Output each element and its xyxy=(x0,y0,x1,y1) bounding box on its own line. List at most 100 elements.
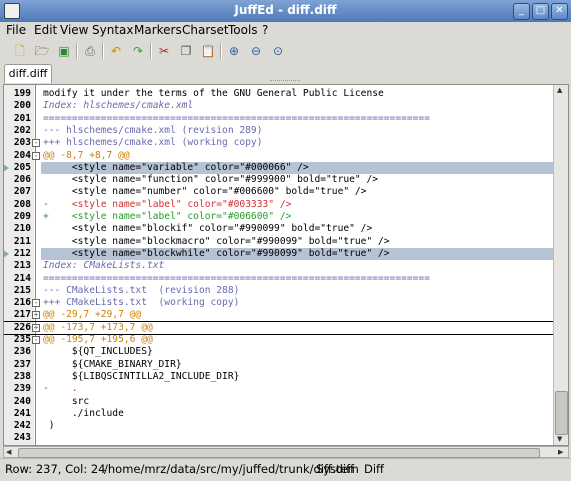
menu-bar: File Edit View Syntax Markers Charset To… xyxy=(0,22,571,40)
zoom-reset-icon[interactable]: ⊙ xyxy=(270,43,286,59)
close-icon[interactable]: ✕ xyxy=(551,3,568,20)
line-text: --- CMakeLists.txt (revision 288) xyxy=(43,284,240,296)
editor-line[interactable]: 211 <style name="blockmacro" color="#990… xyxy=(4,236,554,248)
line-number: 201 xyxy=(13,112,31,124)
editor-line[interactable]: 217 + @@ -29,7 +29,7 @@ xyxy=(4,309,554,321)
line-number: 211 xyxy=(13,235,31,247)
fold-collapse-icon[interactable]: - xyxy=(32,139,40,148)
editor-line[interactable]: 235- @@ -195,7 +195,6 @@ xyxy=(4,334,554,346)
line-text: @@ -8,7 +8,7 @@ xyxy=(43,149,130,161)
editor-line[interactable]: 207 <style name="number" color="#006600"… xyxy=(4,186,554,198)
title-bar[interactable]: JuffEd - diff.diff _ □ ✕ xyxy=(0,0,571,22)
editor-line[interactable]: 201 =====================================… xyxy=(4,113,554,125)
line-text: <style name="blockmacro" color="#990099"… xyxy=(43,235,390,247)
fold-collapse-icon[interactable]: - xyxy=(32,299,40,308)
line-text: - <style name="label" color="#003333" /> xyxy=(43,198,292,210)
menu-edit[interactable]: Edit xyxy=(34,23,57,37)
line-text: <style name="function" color="#999900" b… xyxy=(43,174,379,186)
zoom-in-icon[interactable]: ⊕ xyxy=(226,43,242,59)
fold-expand-icon[interactable]: + xyxy=(32,323,40,332)
line-text: ${QT_INCLUDES} xyxy=(43,346,153,358)
editor-line[interactable]: 202 --- hlschemes/cmake.xml (revision 289… xyxy=(4,125,554,137)
paste-icon[interactable]: 📋 xyxy=(200,43,216,59)
line-text: <style name="blockwhile" color="#990099"… xyxy=(41,247,554,261)
fold-collapse-icon[interactable]: - xyxy=(32,336,40,344)
toolbar-separator xyxy=(102,43,104,59)
editor-line[interactable]: 210 <style name="blockif" color="#990099… xyxy=(4,223,554,235)
copy-icon[interactable]: ❐ xyxy=(178,43,194,59)
editor-line[interactable]: 239 - . xyxy=(4,383,554,395)
menu-syntax[interactable]: Syntax xyxy=(92,23,133,37)
editor-line[interactable]: 208 - <style name="label" color="#003333"… xyxy=(4,199,554,211)
menu-tools[interactable]: Tools xyxy=(228,23,258,37)
minimize-icon[interactable]: _ xyxy=(513,3,530,20)
toolbar: 🗋 🗁 ▣ ⎙ ↶ ↷ ✂ ❐ 📋 ⊕ ⊖ ⊙ xyxy=(0,40,571,62)
editor-line[interactable]: 242 ) xyxy=(4,420,554,432)
editor-line[interactable]: 243 xyxy=(4,432,554,444)
editor[interactable]: 199 modify it under the terms of the GNU … xyxy=(3,84,569,446)
editor-line[interactable]: 213 Index: CMakeLists.txt xyxy=(4,260,554,272)
line-number: 203 xyxy=(13,137,31,149)
editor-line[interactable]: 215 --- CMakeLists.txt (revision 288) xyxy=(4,285,554,297)
scroll-down-icon[interactable]: ▼ xyxy=(557,435,562,443)
editor-line[interactable]: 205 <style name="variable" color="#00006… xyxy=(4,161,554,175)
menu-markers[interactable]: Markers xyxy=(134,23,182,37)
line-text: --- hlschemes/cmake.xml (revision 289) xyxy=(43,124,263,136)
fold-expand-icon[interactable]: + xyxy=(32,311,40,320)
zoom-out-icon[interactable]: ⊖ xyxy=(248,43,264,59)
line-text: ========================================… xyxy=(43,112,430,124)
scroll-right-icon[interactable]: ▶ xyxy=(558,448,563,456)
line-text: <style name="number" color="#006600" bol… xyxy=(43,186,367,198)
line-number: 217 xyxy=(13,309,31,321)
line-text: <style name="blockif" color="#990099" bo… xyxy=(43,223,373,235)
window-title: JuffEd - diff.diff xyxy=(234,3,337,17)
maximize-icon[interactable]: □ xyxy=(532,3,549,20)
line-number: 237 xyxy=(13,358,31,370)
scroll-left-icon[interactable]: ◀ xyxy=(6,448,11,456)
undo-icon[interactable]: ↶ xyxy=(108,43,124,59)
editor-line[interactable]: 203- +++ hlschemes/cmake.xml (working cop… xyxy=(4,137,554,149)
editor-line[interactable]: 236 ${QT_INCLUDES} xyxy=(4,346,554,358)
editor-line[interactable]: 209 + <style name="label" color="#006600"… xyxy=(4,211,554,223)
line-number: 207 xyxy=(13,186,31,198)
editor-line[interactable]: 212 <style name="blockwhile" color="#990… xyxy=(4,247,554,261)
editor-line[interactable]: 216- +++ CMakeLists.txt (working copy) xyxy=(4,297,554,309)
menu-charset[interactable]: Charset xyxy=(182,23,229,37)
editor-line[interactable]: 226 + @@ -173,7 +173,7 @@ xyxy=(4,322,554,334)
editor-line[interactable]: 238 ${LIBQSCINTILLA2_INCLUDE_DIR} xyxy=(4,371,554,383)
toolbar-separator xyxy=(76,43,78,59)
cut-icon[interactable]: ✂ xyxy=(156,43,172,59)
line-text: @@ -195,7 +195,6 @@ xyxy=(43,334,153,345)
editor-line[interactable]: 237 ${CMAKE_BINARY_DIR} xyxy=(4,359,554,371)
save-icon[interactable]: ▣ xyxy=(56,43,72,59)
menu-help[interactable]: ? xyxy=(262,23,268,37)
tab-diff[interactable]: diff.diff xyxy=(4,64,52,83)
line-text: ${LIBQSCINTILLA2_INCLUDE_DIR} xyxy=(43,370,240,382)
editor-line[interactable]: 204- @@ -8,7 +8,7 @@ xyxy=(4,150,554,162)
status-position: Row: 237, Col: 24 xyxy=(5,462,106,476)
editor-line[interactable]: 200 Index: hlschemes/cmake.xml xyxy=(4,100,554,112)
editor-line[interactable]: 206 <style name="function" color="#99990… xyxy=(4,174,554,186)
horizontal-scrollbar[interactable]: ◀ ▶ xyxy=(3,446,569,458)
status-syntax: Diff xyxy=(364,462,384,476)
menu-view[interactable]: View xyxy=(60,23,88,37)
horizontal-scroll-thumb[interactable] xyxy=(18,448,540,458)
editor-line[interactable]: 241 ./include xyxy=(4,408,554,420)
menu-file[interactable]: File xyxy=(6,23,26,37)
scroll-up-icon[interactable]: ▲ xyxy=(557,86,562,94)
print-icon[interactable]: ⎙ xyxy=(82,43,98,59)
open-file-icon[interactable]: 🗁 xyxy=(34,43,50,59)
line-number: 240 xyxy=(13,395,31,407)
line-number: 210 xyxy=(13,223,31,235)
fold-collapse-icon[interactable]: - xyxy=(32,151,40,160)
line-number: 216 xyxy=(13,297,31,309)
editor-line[interactable]: 214 =====================================… xyxy=(4,273,554,285)
redo-icon[interactable]: ↷ xyxy=(130,43,146,59)
line-text: src xyxy=(43,395,90,407)
editor-line[interactable]: 240 src xyxy=(4,396,554,408)
vertical-scroll-thumb[interactable] xyxy=(555,391,568,435)
vertical-scrollbar[interactable]: ▲ ▼ xyxy=(553,85,568,445)
new-file-icon[interactable]: 🗋 xyxy=(12,43,28,59)
line-number: 241 xyxy=(13,407,31,419)
editor-line[interactable]: 199 modify it under the terms of the GNU … xyxy=(4,88,554,100)
